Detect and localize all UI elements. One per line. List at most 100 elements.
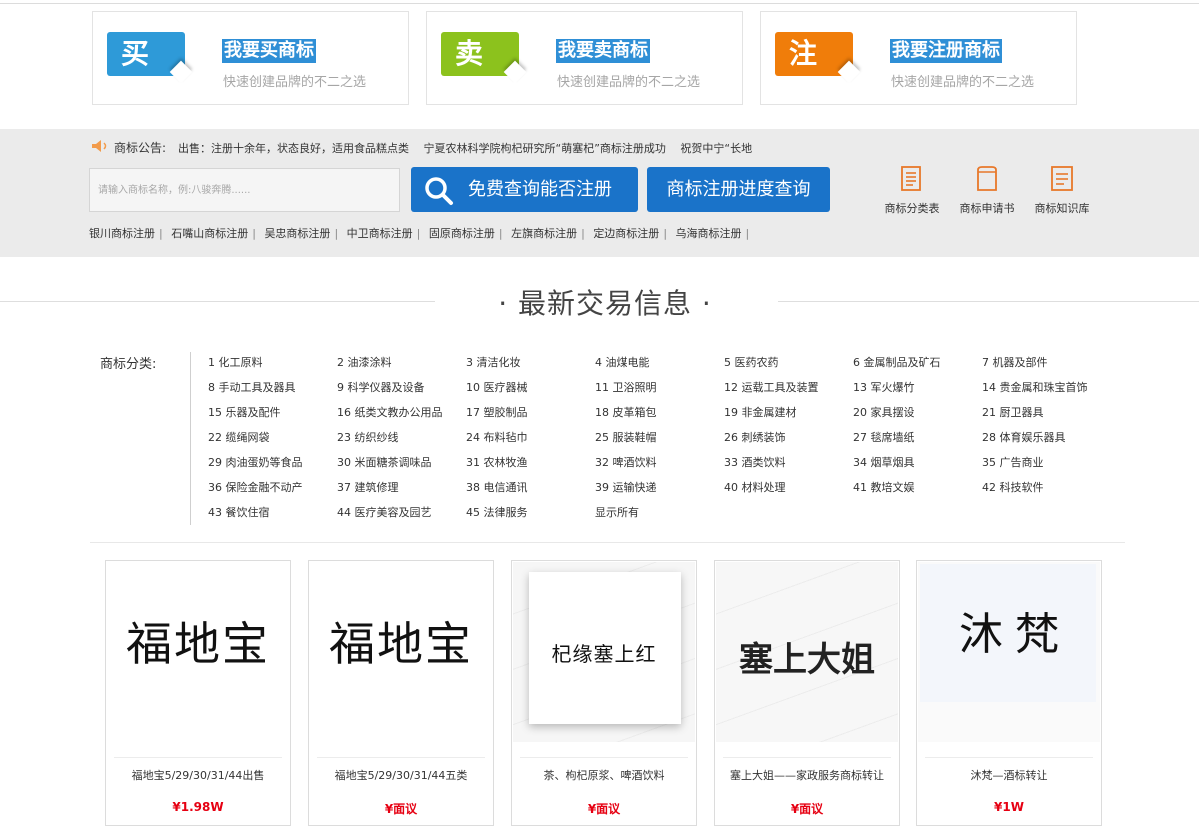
- product-card[interactable]: 杞缘塞上红 茶、枸杞原浆、啤酒饮料 ¥面议: [511, 560, 697, 826]
- product-image: 沐梵: [918, 562, 1100, 742]
- product-caption[interactable]: 福地宝5/29/30/31/44出售: [106, 767, 290, 783]
- register-trademark-title[interactable]: 我要注册商标: [890, 39, 1002, 63]
- category-link[interactable]: 28 体育娱乐器具: [982, 428, 1111, 453]
- category-link[interactable]: 7 机器及部件: [982, 353, 1111, 378]
- category-grid: 1 化工原料 2 油漆涂料 3 清洁化妆 4 油煤电能 5 医药农药 6 金属制品及矿石 7…: [208, 353, 1128, 528]
- category-link[interactable]: 18 皮革箱包: [595, 403, 724, 428]
- register-badge-icon: 注: [775, 32, 853, 76]
- category-link[interactable]: 14 贵金属和珠宝首饰: [982, 378, 1111, 403]
- category-link[interactable]: 12 运载工具及装置: [724, 378, 853, 403]
- product-image: 塞上大姐: [716, 562, 898, 742]
- product-caption[interactable]: 茶、枸杞原浆、啤酒饮料: [512, 767, 696, 783]
- category-link[interactable]: 44 医疗美容及园艺: [337, 503, 466, 528]
- free-query-button[interactable]: 免费查询能否注册: [411, 167, 638, 212]
- category-link[interactable]: 10 医疗器械: [466, 378, 595, 403]
- category-link[interactable]: 25 服装鞋帽: [595, 428, 724, 453]
- category-link[interactable]: 19 非金属建材: [724, 403, 853, 428]
- product-card[interactable]: 沐梵 沐梵—酒标转让 ¥1W: [916, 560, 1102, 826]
- register-trademark-subtitle: 快速创建品牌的不二之选: [891, 75, 1035, 90]
- city-link-guyuan[interactable]: 固原商标注册: [429, 227, 495, 240]
- show-all-categories-link[interactable]: 显示所有: [595, 503, 724, 528]
- notice-marquee[interactable]: 出售：注册十余年，状态良好，适用食品糕点类 宁夏农林科学院枸杞研究所“萌塞杞”商…: [178, 140, 818, 156]
- buy-badge-icon: 买: [107, 32, 185, 76]
- category-link[interactable]: 2 油漆涂料: [337, 353, 466, 378]
- category-link[interactable]: 27 毯席墙纸: [853, 428, 982, 453]
- register-trademark-card[interactable]: 注 我要注册商标 快速创建品牌的不二之选: [760, 11, 1077, 105]
- category-link[interactable]: 38 电信通讯: [466, 478, 595, 503]
- product-caption[interactable]: 塞上大姐——家政服务商标转让: [715, 767, 899, 783]
- city-link-yinchuan[interactable]: 银川商标注册: [89, 227, 155, 240]
- sell-trademark-card[interactable]: 卖 我要卖商标 快速创建品牌的不二之选: [426, 11, 743, 105]
- product-price: ¥1.98W: [172, 800, 224, 814]
- trademark-search-input[interactable]: [89, 168, 400, 212]
- category-link[interactable]: 1 化工原料: [208, 353, 337, 378]
- product-price: ¥1W: [994, 800, 1024, 814]
- category-divider: [190, 352, 191, 525]
- section-line-left: [0, 301, 435, 302]
- sell-badge-icon: 卖: [441, 32, 519, 76]
- category-link[interactable]: 37 建筑修理: [337, 478, 466, 503]
- product-image: 福地宝: [329, 617, 473, 671]
- category-link[interactable]: 22 缆绳网袋: [208, 428, 337, 453]
- category-link[interactable]: 24 布料毡巾: [466, 428, 595, 453]
- registration-progress-button[interactable]: 商标注册进度查询: [647, 167, 830, 212]
- top-divider: [0, 3, 1199, 4]
- section-title: · 最新交易信息 ·: [498, 287, 712, 320]
- category-link[interactable]: 13 军火爆竹: [853, 378, 982, 403]
- category-link[interactable]: 9 科学仪器及设备: [337, 378, 466, 403]
- category-link[interactable]: 11 卫浴照明: [595, 378, 724, 403]
- section-line-right: [778, 301, 1199, 302]
- product-card[interactable]: 福地宝 福地宝5/29/30/31/44出售 ¥1.98W: [105, 560, 291, 826]
- product-caption[interactable]: 沐梵—酒标转让: [917, 767, 1101, 783]
- document-list-icon: [901, 166, 921, 191]
- city-link-zuoqi[interactable]: 左旗商标注册: [511, 227, 577, 240]
- free-query-label: 免费查询能否注册: [468, 179, 612, 200]
- category-link[interactable]: 35 广告商业: [982, 453, 1111, 478]
- category-link[interactable]: 8 手动工具及器具: [208, 378, 337, 403]
- product-card[interactable]: 福地宝 福地宝5/29/30/31/44五类 ¥面议: [308, 560, 494, 826]
- category-link[interactable]: 40 材料处理: [724, 478, 853, 503]
- category-link[interactable]: 3 清洁化妆: [466, 353, 595, 378]
- city-link-dingbian[interactable]: 定边商标注册: [593, 227, 659, 240]
- tool-knowledge-base[interactable]: 商标知识库: [1029, 165, 1095, 216]
- category-link[interactable]: 42 科技软件: [982, 478, 1111, 503]
- city-link-zhongwei[interactable]: 中卫商标注册: [347, 227, 413, 240]
- category-link[interactable]: 32 啤酒饮料: [595, 453, 724, 478]
- category-link[interactable]: 34 烟草烟具: [853, 453, 982, 478]
- tool-classification-table[interactable]: 商标分类表: [879, 165, 945, 216]
- city-link-wuzhong[interactable]: 吴忠商标注册: [264, 227, 330, 240]
- category-link[interactable]: 15 乐器及配件: [208, 403, 337, 428]
- product-card[interactable]: 塞上大姐 塞上大姐——家政服务商标转让 ¥面议: [714, 560, 900, 826]
- application-form-icon: [977, 166, 997, 191]
- category-link[interactable]: 4 油煤电能: [595, 353, 724, 378]
- category-link[interactable]: 23 纺织纱线: [337, 428, 466, 453]
- speaker-icon: [92, 140, 107, 152]
- tool-application-form[interactable]: 商标申请书: [954, 165, 1020, 216]
- category-link[interactable]: 36 保险金融不动产: [208, 478, 337, 503]
- buy-trademark-subtitle: 快速创建品牌的不二之选: [223, 75, 367, 90]
- category-link[interactable]: 26 刺绣装饰: [724, 428, 853, 453]
- product-price: ¥面议: [790, 802, 824, 816]
- category-link[interactable]: 29 肉油蛋奶等食品: [208, 453, 337, 478]
- category-link[interactable]: 21 厨卫器具: [982, 403, 1111, 428]
- category-link[interactable]: 5 医药农药: [724, 353, 853, 378]
- category-link[interactable]: 31 农林牧渔: [466, 453, 595, 478]
- buy-trademark-title[interactable]: 我要买商标: [222, 39, 316, 63]
- category-link[interactable]: 17 塑胶制品: [466, 403, 595, 428]
- category-link[interactable]: 41 教培文娱: [853, 478, 982, 503]
- product-caption[interactable]: 福地宝5/29/30/31/44五类: [309, 767, 493, 783]
- category-link[interactable]: 6 金属制品及矿石: [853, 353, 982, 378]
- city-link-wuhai[interactable]: 乌海商标注册: [676, 227, 742, 240]
- city-link-shizuishan[interactable]: 石嘴山商标注册: [171, 227, 248, 240]
- category-link[interactable]: 16 纸类文教办公用品: [337, 403, 466, 428]
- product-image: 福地宝: [126, 617, 270, 671]
- buy-trademark-card[interactable]: 买 我要买商标 快速创建品牌的不二之选: [92, 11, 409, 105]
- sell-trademark-title[interactable]: 我要卖商标: [556, 39, 650, 63]
- category-link[interactable]: 33 酒类饮料: [724, 453, 853, 478]
- category-link[interactable]: 43 餐饮住宿: [208, 503, 337, 528]
- category-link[interactable]: 45 法律服务: [466, 503, 595, 528]
- notice-label: 商标公告:: [114, 141, 167, 155]
- category-link[interactable]: 20 家具摆设: [853, 403, 982, 428]
- category-link[interactable]: 30 米面糖茶调味品: [337, 453, 466, 478]
- category-link[interactable]: 39 运输快递: [595, 478, 724, 503]
